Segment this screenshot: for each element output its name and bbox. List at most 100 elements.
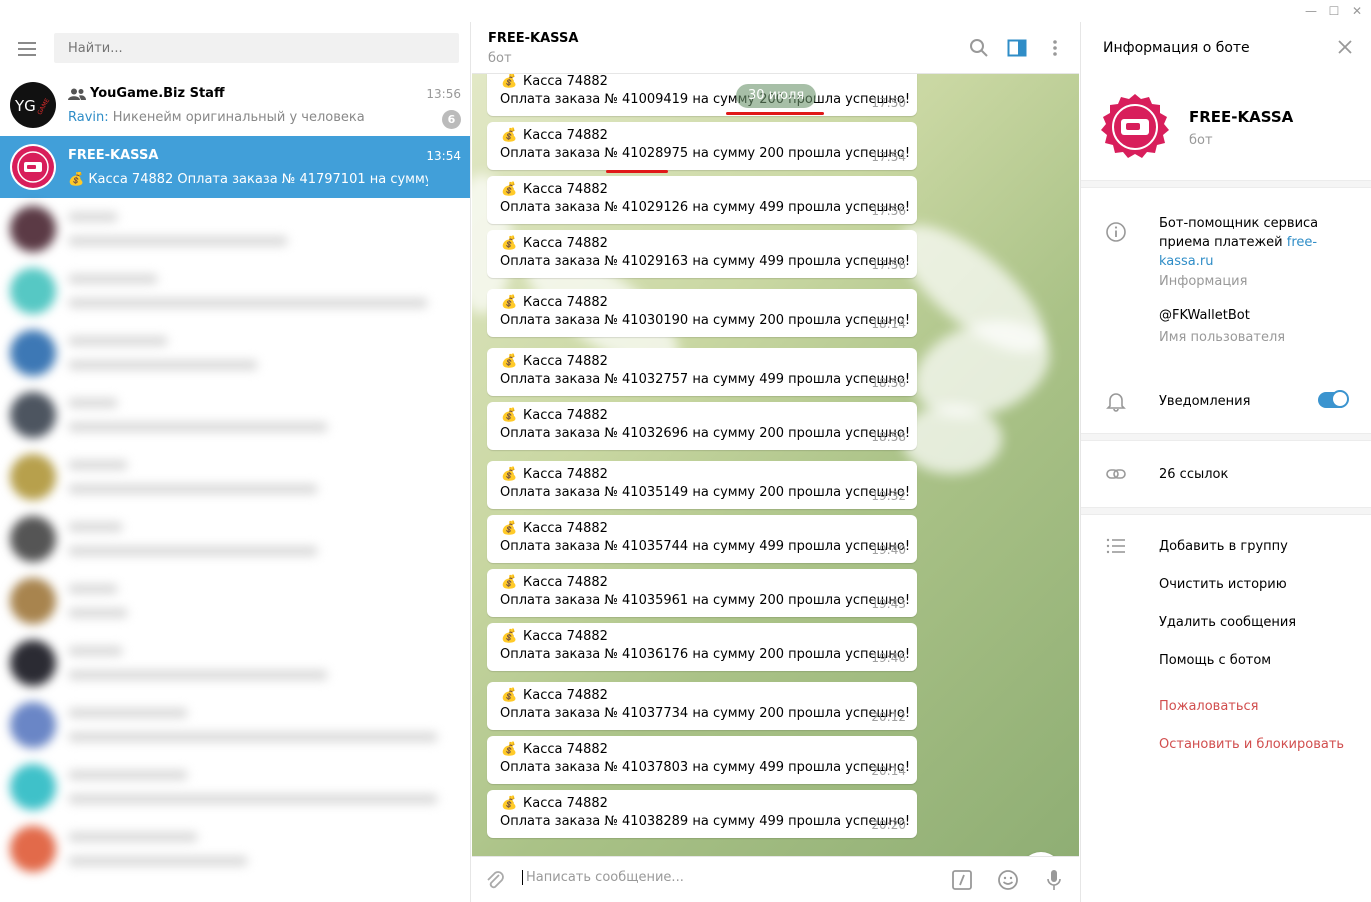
money-bag-icon: 💰 xyxy=(68,172,89,187)
chat-header: FREE-KASSA бот xyxy=(472,22,1079,74)
notifications-toggle[interactable] xyxy=(1318,390,1349,408)
chat-item-blurred[interactable] xyxy=(0,756,470,818)
blurred-text xyxy=(68,336,168,346)
add-to-group-action[interactable]: Добавить в группу xyxy=(1159,539,1288,554)
message-text: Оплата заказа № 41035961 на сумму 200 пр… xyxy=(500,593,911,608)
message-bubble[interactable]: 💰 Касса 74882 Оплата заказа № 41035149 на … xyxy=(487,461,917,509)
close-window-button[interactable]: ✕ xyxy=(1348,2,1366,20)
close-icon[interactable] xyxy=(1336,38,1354,56)
message-time: 18:58 xyxy=(871,430,906,444)
avatar xyxy=(10,578,56,624)
sidebar-toggle-icon[interactable] xyxy=(1007,38,1027,58)
divider xyxy=(1081,507,1371,515)
bot-command-icon[interactable] xyxy=(951,869,973,891)
message-bubble[interactable]: 💰 Касса 74882 Оплата заказа № 41038289 на … xyxy=(487,790,917,838)
shared-links[interactable]: 26 ссылок xyxy=(1159,467,1228,482)
chat-item-blurred[interactable] xyxy=(0,694,470,756)
minimize-button[interactable]: — xyxy=(1302,2,1320,20)
message-bubble[interactable]: 💰 Касса 74882 Оплата заказа № 41029126 на … xyxy=(487,176,917,224)
message-input[interactable]: Написать сообщение... xyxy=(522,870,922,885)
message-bubble[interactable]: 💰 Касса 74882 Оплата заказа № 41036176 на … xyxy=(487,623,917,671)
message-bubble[interactable]: 💰 Касса 74882 Оплата заказа № 41009419 на … xyxy=(487,74,917,116)
chat-item-blurred[interactable] xyxy=(0,260,470,322)
more-vertical-icon[interactable] xyxy=(1045,38,1065,58)
money-bag-icon: 💰 xyxy=(501,408,518,423)
money-bag-icon: 💰 xyxy=(501,128,518,143)
message-text: Оплата заказа № 41037734 на сумму 200 пр… xyxy=(500,706,911,721)
message-time: 19:43 xyxy=(871,597,906,611)
attach-icon[interactable] xyxy=(484,869,506,891)
message-bubble[interactable]: 💰 Касса 74882 Оплата заказа № 41032696 на … xyxy=(487,402,917,450)
microphone-icon[interactable] xyxy=(1043,868,1065,892)
chat-item-blurred[interactable] xyxy=(0,322,470,384)
block-bot-action[interactable]: Остановить и блокировать xyxy=(1159,737,1344,752)
chat-item-blurred[interactable] xyxy=(0,570,470,632)
chat-item-free-kassa[interactable]: FREE-KASSA 13:54 💰 Касса 74882 Оплата за… xyxy=(0,136,470,198)
blurred-text xyxy=(68,794,438,804)
message-text: Оплата заказа № 41029163 на сумму 499 пр… xyxy=(500,254,911,269)
money-bag-icon: 💰 xyxy=(501,182,518,197)
chat-item-blurred[interactable] xyxy=(0,508,470,570)
description-label: Информация xyxy=(1159,274,1248,289)
unread-badge: 6 xyxy=(442,110,461,129)
username-label: Имя пользователя xyxy=(1159,330,1286,345)
info-header: Информация о боте xyxy=(1103,40,1250,56)
chat-preview: 💰 Касса 74882 Оплата заказа № 41797101 н… xyxy=(68,172,428,187)
conversation-panel: FREE-KASSA бот 30 июля 💰 Касса 74882 Оплат… xyxy=(472,22,1079,902)
chat-list: YG GAME YouGame.Biz Staff 13:56 Ravin: Н… xyxy=(0,74,470,880)
bot-username[interactable]: @FKWalletBot xyxy=(1159,308,1250,323)
chat-subtitle: бот xyxy=(488,51,512,66)
bot-subtitle: бот xyxy=(1189,133,1213,148)
message-time: 19:40 xyxy=(871,543,906,557)
blurred-text xyxy=(68,360,258,370)
search-input[interactable] xyxy=(54,33,459,63)
website-link[interactable]: kassa.ru xyxy=(1159,254,1214,269)
message-bubble[interactable]: 💰 Касса 74882 Оплата заказа № 41028975 на … xyxy=(487,122,917,170)
message-bubble[interactable]: 💰 Касса 74882 Оплата заказа № 41037803 на … xyxy=(487,736,917,784)
bot-name: FREE-KASSA xyxy=(1189,108,1294,126)
message-bubble[interactable]: 💰 Касса 74882 Оплата заказа № 41029163 на … xyxy=(487,230,917,278)
message-title: Касса 74882 xyxy=(523,521,608,536)
message-title: Касса 74882 xyxy=(523,295,608,310)
chat-item-blurred[interactable] xyxy=(0,818,470,880)
message-bubble[interactable]: 💰 Касса 74882 Оплата заказа № 41037734 на … xyxy=(487,682,917,730)
chat-item-blurred[interactable] xyxy=(0,632,470,694)
clear-history-action[interactable]: Очистить историю xyxy=(1159,577,1287,592)
message-time: 17:54 xyxy=(871,150,906,164)
blurred-text xyxy=(68,670,328,680)
maximize-button[interactable]: ☐ xyxy=(1325,2,1343,20)
menu-icon[interactable] xyxy=(18,42,36,56)
search-icon[interactable] xyxy=(969,38,989,58)
report-action[interactable]: Пожаловаться xyxy=(1159,699,1259,714)
money-bag-icon: 💰 xyxy=(501,521,518,536)
website-link[interactable]: free- xyxy=(1287,235,1317,250)
blurred-text xyxy=(68,484,318,494)
emoji-icon[interactable] xyxy=(997,869,1019,891)
preview-text: Касса 74882 Оплата заказа № 41797101 на … xyxy=(88,172,428,187)
scroll-down-button[interactable] xyxy=(1020,852,1062,856)
chat-item-yougame[interactable]: YG GAME YouGame.Biz Staff 13:56 Ravin: Н… xyxy=(0,74,470,136)
bot-info-panel: Информация о боте FREE-KASSA бот Бот-пом… xyxy=(1080,22,1371,902)
money-bag-icon: 💰 xyxy=(501,354,518,369)
chat-list-panel: YG GAME YouGame.Biz Staff 13:56 Ravin: Н… xyxy=(0,22,471,902)
chat-item-blurred[interactable] xyxy=(0,198,470,260)
chat-title[interactable]: FREE-KASSA xyxy=(488,31,578,46)
message-time: 19:46 xyxy=(871,651,906,665)
message-bubble[interactable]: 💰 Касса 74882 Оплата заказа № 41032757 на … xyxy=(487,348,917,396)
message-bubble[interactable]: 💰 Касса 74882 Оплата заказа № 41035744 на … xyxy=(487,515,917,563)
notifications-label: Уведомления xyxy=(1159,394,1251,409)
message-area[interactable]: 30 июля 💰 Касса 74882 Оплата заказа № 4100… xyxy=(472,74,1079,856)
link-icon xyxy=(1106,469,1126,479)
message-text: Оплата заказа № 41029126 на сумму 499 пр… xyxy=(500,200,911,215)
delete-messages-action[interactable]: Удалить сообщения xyxy=(1159,615,1296,630)
message-bubble[interactable]: 💰 Касса 74882 Оплата заказа № 41035961 на … xyxy=(487,569,917,617)
chat-item-blurred[interactable] xyxy=(0,446,470,508)
chat-name: YouGame.Biz Staff xyxy=(90,86,225,101)
blurred-text xyxy=(68,236,288,246)
message-title: Касса 74882 xyxy=(523,408,608,423)
window-titlebar: — ☐ ✕ xyxy=(0,0,1371,22)
message-bubble[interactable]: 💰 Касса 74882 Оплата заказа № 41030190 на … xyxy=(487,289,917,337)
bot-help-action[interactable]: Помощь с ботом xyxy=(1159,653,1271,668)
chat-item-blurred[interactable] xyxy=(0,384,470,446)
chat-preview: Ravin: Никенейм оригинальный у человека xyxy=(68,110,428,125)
